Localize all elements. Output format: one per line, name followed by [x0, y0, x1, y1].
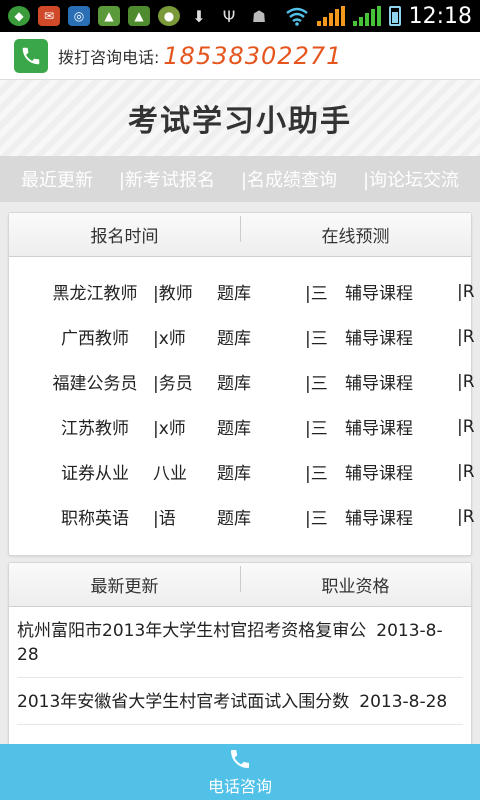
exam-short[interactable]: |语: [153, 504, 213, 529]
row-separator: |R: [457, 326, 475, 347]
row-separator: |R: [457, 461, 475, 482]
signal-icon: [352, 6, 381, 26]
question-bank-link[interactable]: 题库: [217, 279, 251, 304]
signal-icon: [316, 6, 345, 26]
row-separator: |R: [457, 416, 475, 437]
tab-registration-time[interactable]: 报名时间: [9, 222, 240, 247]
nav-strip: 最近更新 |新考试报名 |名成绩查询 |询论坛交流: [0, 156, 480, 202]
call-consult-button[interactable]: 电话咨询: [0, 744, 480, 800]
exam-short[interactable]: |x师: [153, 324, 213, 349]
exam-short[interactable]: |教师: [153, 279, 213, 304]
exam-name[interactable]: 证券从业: [37, 459, 153, 484]
row-separator: |三: [305, 374, 328, 394]
exam-short[interactable]: |x师: [153, 414, 213, 439]
sync-icon: ◎: [68, 6, 90, 26]
status-bar: ◆ ✉ ◎ ▲ ▲ ● ⬇ Ψ ☗ 12:18: [0, 0, 480, 32]
row-separator: |R: [457, 371, 475, 392]
course-link[interactable]: 辅导课程: [345, 459, 413, 484]
exam-name[interactable]: 福建公务员: [37, 369, 153, 394]
android-icon: ▲: [128, 6, 150, 26]
nav-item-forum[interactable]: |询论坛交流: [363, 166, 459, 192]
news-list: 杭州富阳市2013年大学生村官招考资格复审公 2013-8-28 2013年安徽省…: [9, 607, 471, 725]
row-separator: |R: [457, 281, 475, 302]
exam-name[interactable]: 职称英语: [37, 504, 153, 529]
exam-row: 职称英语 |语 题库 |三 辅导课程 |R: [9, 494, 475, 539]
notification-icon: ✉: [38, 6, 60, 26]
exam-row: 江苏教师 |x师 题库 |三 辅导课程 |R: [9, 404, 475, 449]
phone-number[interactable]: 18538302271: [163, 42, 342, 70]
page-title: 考试学习小助手: [128, 104, 352, 139]
tab-latest-updates[interactable]: 最新更新: [9, 572, 240, 597]
course-link[interactable]: 辅导课程: [345, 504, 413, 529]
news-item[interactable]: 2013年安徽省大学生村官考试面试入围分数 2013-8-28: [17, 678, 463, 725]
course-link[interactable]: 辅导课程: [345, 324, 413, 349]
exam-name[interactable]: 黑龙江教师: [37, 279, 153, 304]
course-link[interactable]: 辅导课程: [345, 279, 413, 304]
news-title: 杭州富阳市2013年大学生村官招考资格复审公: [17, 621, 367, 641]
phone-label: 拨打咨询电话:: [58, 47, 160, 67]
question-bank-link[interactable]: 题库: [217, 414, 251, 439]
exam-card: 报名时间 在线预测 黑龙江教师 |教师 题库 |三 辅导课程 |R 广西教师 |…: [8, 212, 475, 556]
nav-item-exam-registration[interactable]: |新考试报名: [119, 166, 215, 192]
row-separator: |三: [305, 329, 328, 349]
row-separator: |三: [305, 509, 328, 529]
exam-list: 黑龙江教师 |教师 题库 |三 辅导课程 |R 广西教师 |x师 题库 |三 辅…: [9, 257, 475, 551]
android-icon: ☗: [251, 6, 267, 26]
exam-card-tabs: 报名时间 在线预测: [9, 213, 471, 257]
exam-row: 证券从业 八业 题库 |三 辅导课程 |R: [9, 449, 475, 494]
news-card: 最新更新 职业资格 杭州富阳市2013年大学生村官招考资格复审公 2013-8-2…: [8, 562, 472, 752]
exam-row: 福建公务员 |务员 题库 |三 辅导课程 |R: [9, 359, 475, 404]
exam-short[interactable]: |务员: [153, 369, 213, 394]
exam-name[interactable]: 江苏教师: [37, 414, 153, 439]
battery-icon: [388, 6, 401, 26]
nav-item-recent-updates[interactable]: 最近更新: [21, 166, 93, 192]
tab-online-prediction[interactable]: 在线预测: [240, 216, 471, 247]
exam-row: 黑龙江教师 |教师 题库 |三 辅导课程 |R: [9, 269, 475, 314]
row-separator: |三: [305, 284, 328, 304]
question-bank-link[interactable]: 题库: [217, 459, 251, 484]
course-link[interactable]: 辅导课程: [345, 369, 413, 394]
question-bank-link[interactable]: 题库: [217, 369, 251, 394]
news-date: 2013-8-28: [359, 692, 448, 712]
row-separator: |三: [305, 464, 328, 484]
news-title: 2013年安徽省大学生村官考试面试入围分数: [17, 692, 350, 712]
exam-row: 广西教师 |x师 题库 |三 辅导课程 |R: [9, 314, 475, 359]
exam-short[interactable]: 八业: [153, 459, 213, 484]
nav-item-score-query[interactable]: |名成绩查询: [241, 166, 337, 192]
usb-icon: Ψ: [222, 6, 236, 26]
clock: 12:18: [408, 3, 472, 29]
phone-button[interactable]: [14, 38, 48, 73]
news-card-tabs: 最新更新 职业资格: [9, 563, 471, 607]
android-icon: ▲: [98, 6, 120, 26]
exam-name[interactable]: 广西教师: [37, 324, 153, 349]
news-item[interactable]: 杭州富阳市2013年大学生村官招考资格复审公 2013-8-28: [17, 607, 463, 678]
question-bank-link[interactable]: 题库: [217, 504, 251, 529]
call-consult-label: 电话咨询: [207, 777, 272, 796]
row-separator: |R: [457, 506, 475, 527]
title-area: 考试学习小助手: [0, 80, 480, 156]
phone-header: 拨打咨询电话: 18538302271: [0, 32, 480, 80]
tab-professional-qualification[interactable]: 职业资格: [240, 566, 471, 597]
app-icon: ◆: [8, 6, 30, 26]
download-icon: ⬇: [192, 6, 206, 26]
course-link[interactable]: 辅导课程: [345, 414, 413, 439]
row-separator: |三: [305, 419, 328, 439]
question-bank-link[interactable]: 题库: [217, 324, 251, 349]
wifi-icon: [285, 7, 308, 26]
phone-icon: [22, 47, 40, 64]
app-icon: ●: [158, 6, 180, 26]
phone-icon: [231, 750, 249, 768]
